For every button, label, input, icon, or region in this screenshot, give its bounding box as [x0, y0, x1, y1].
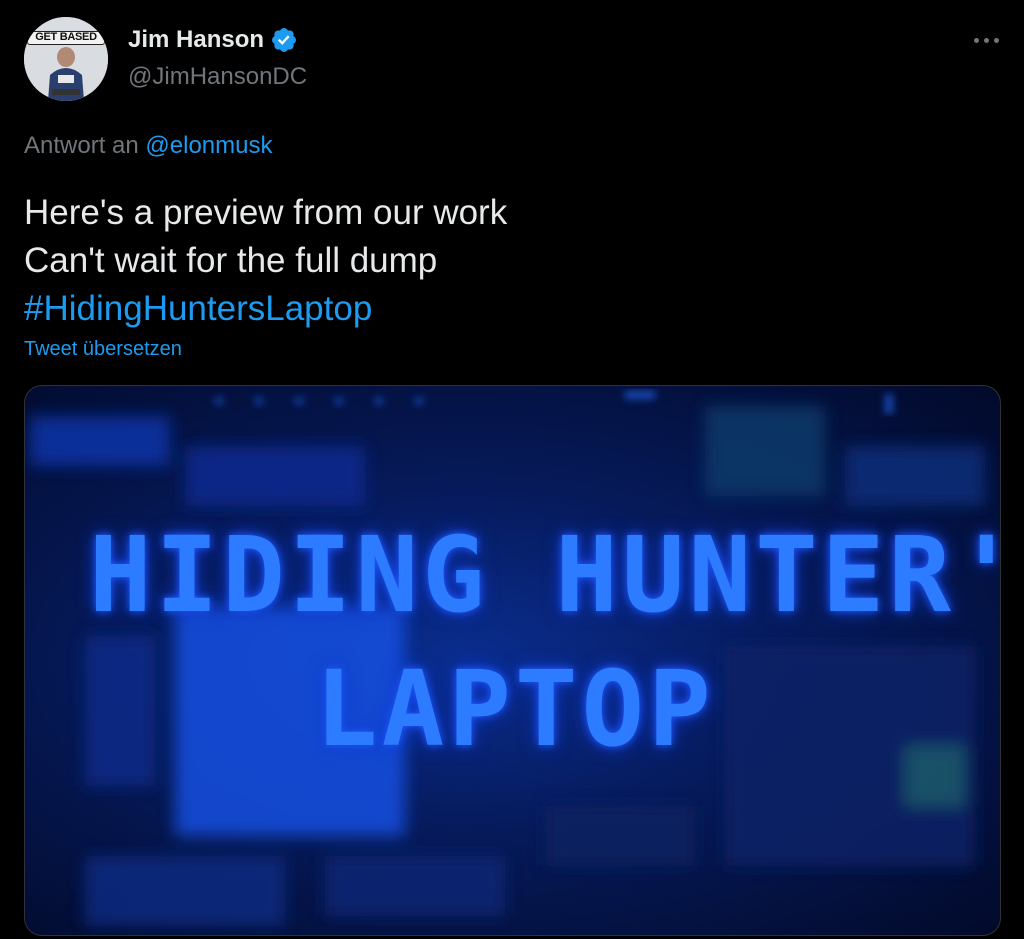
tweet: GET BASED Jim Hanson @JimHansonDC Antwor…: [0, 0, 1024, 939]
author-name-row: Jim Hanson: [128, 26, 298, 54]
more-options-icon[interactable]: [964, 26, 1010, 56]
hashtag-link[interactable]: #HidingHuntersLaptop: [24, 285, 507, 333]
translate-tweet-link[interactable]: Tweet übersetzen: [24, 338, 182, 361]
reply-mention-link[interactable]: @elonmusk: [145, 132, 272, 159]
reply-context: Antwort an @elonmusk: [24, 132, 272, 160]
avatar-photo: [24, 17, 108, 101]
media-title-line-1: HIDING HUNTER'S: [89, 514, 1001, 636]
tweet-text: Here's a preview from our work Can't wai…: [24, 189, 507, 333]
reply-prefix: Antwort an: [24, 132, 139, 159]
author-display-name[interactable]: Jim Hanson: [128, 26, 264, 54]
tweet-text-line-2: Can't wait for the full dump: [24, 241, 438, 280]
media-title-line-2: LAPTOP: [315, 648, 715, 770]
verified-badge-icon[interactable]: [270, 26, 298, 54]
avatar-badge: GET BASED: [27, 31, 105, 45]
author-handle[interactable]: @JimHansonDC: [128, 63, 307, 91]
tweet-text-line-1: Here's a preview from our work: [24, 193, 508, 232]
avatar[interactable]: GET BASED: [24, 17, 108, 101]
tweet-media-image[interactable]: HIDING HUNTER'S LAPTOP: [24, 385, 1001, 936]
